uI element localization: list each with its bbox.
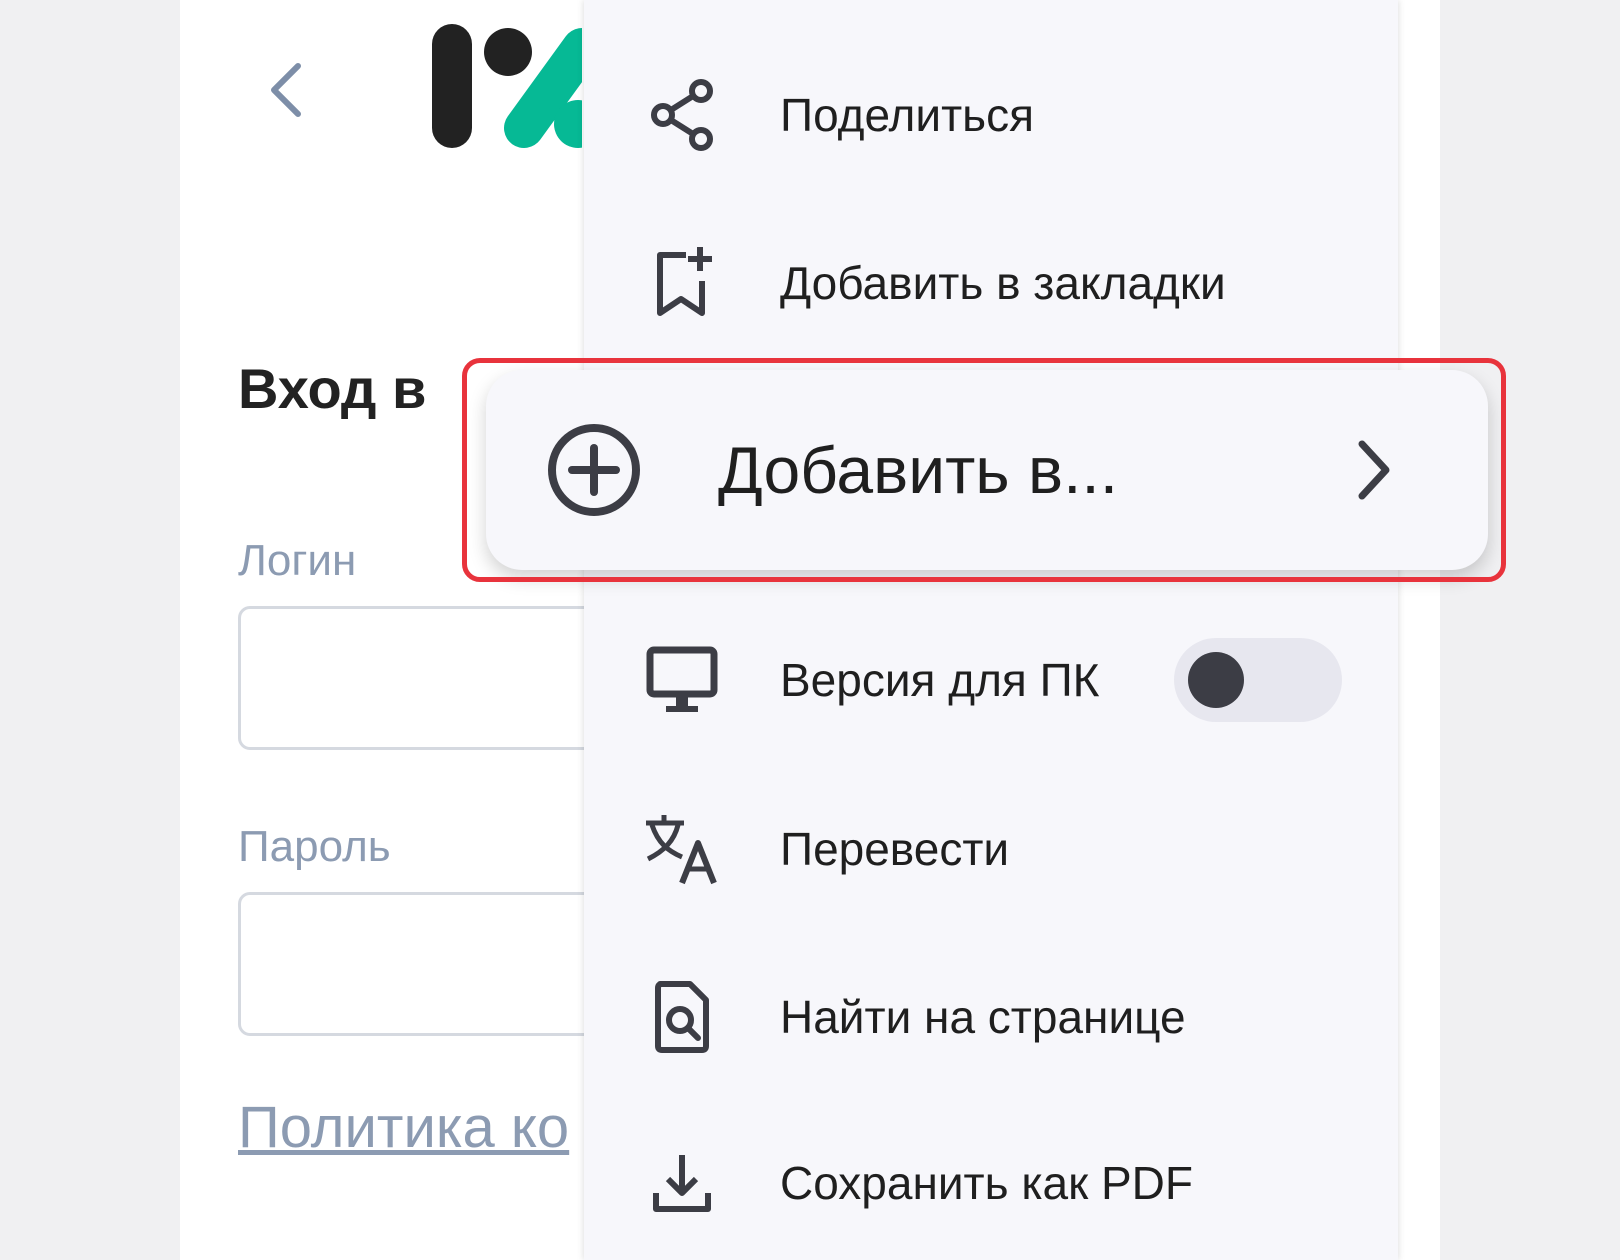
menu-item-desktop-version[interactable]: Версия для ПК [584, 605, 1398, 755]
desktop-version-toggle[interactable] [1174, 638, 1342, 722]
browser-overflow-menu: Поделиться Добавить в закладки Версия дл… [584, 0, 1398, 1260]
menu-item-desktop-label: Версия для ПК [780, 654, 1100, 706]
translate-icon [644, 811, 720, 887]
back-button[interactable] [256, 50, 316, 130]
desktop-icon [644, 642, 720, 718]
menu-item-translate-label: Перевести [780, 823, 1010, 875]
plus-circle-icon [548, 424, 640, 516]
chevron-right-icon [1358, 440, 1390, 500]
menu-item-find-in-page[interactable]: Найти на странице [584, 942, 1398, 1092]
menu-item-translate[interactable]: Перевести [584, 774, 1398, 924]
menu-item-bookmark-label: Добавить в закладки [780, 257, 1226, 309]
share-icon [644, 77, 720, 153]
login-input[interactable] [238, 606, 618, 750]
page-title: Вход в [238, 357, 427, 420]
download-icon [644, 1145, 720, 1221]
find-in-page-icon [644, 979, 720, 1055]
brand-logo [432, 24, 582, 148]
menu-item-add-to-label: Добавить в... [718, 433, 1119, 507]
menu-item-pdf-label: Сохранить как PDF [780, 1157, 1193, 1209]
menu-item-save-pdf[interactable]: Сохранить как PDF [584, 1108, 1398, 1258]
menu-item-bookmark[interactable]: Добавить в закладки [584, 208, 1398, 358]
menu-item-add-to[interactable]: Добавить в... [486, 370, 1488, 570]
menu-item-share[interactable]: Поделиться [584, 40, 1398, 190]
menu-item-share-label: Поделиться [780, 89, 1035, 141]
menu-item-find-label: Найти на странице [780, 991, 1186, 1043]
chevron-left-icon [271, 63, 301, 117]
password-label: Пароль [238, 822, 391, 871]
privacy-policy-link[interactable]: Политика ко [238, 1094, 569, 1161]
bookmark-add-icon [644, 245, 720, 321]
toggle-knob [1188, 652, 1244, 708]
login-label: Логин [238, 536, 357, 585]
password-input[interactable] [238, 892, 618, 1036]
